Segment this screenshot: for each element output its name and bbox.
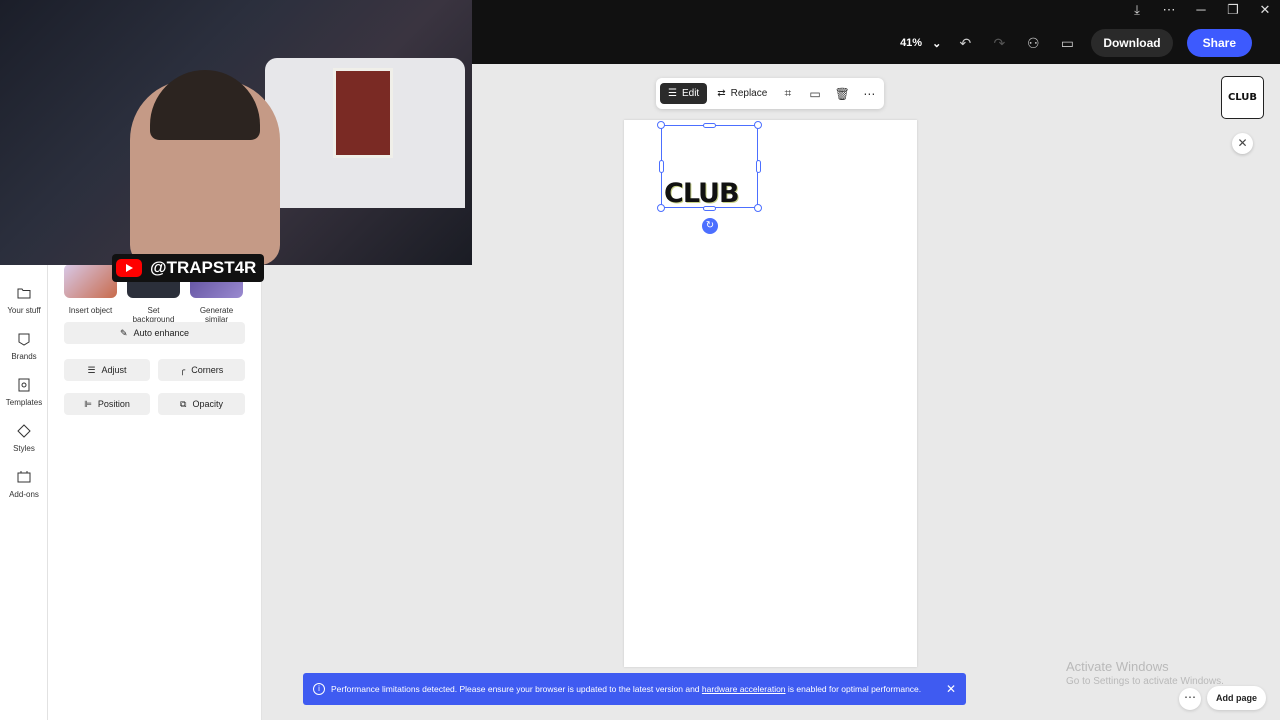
corners-button[interactable]: ╭ Corners [158, 359, 245, 381]
insert-object-action[interactable]: Insert object [64, 264, 117, 324]
adjust-button[interactable]: ☰ Adjust [64, 359, 150, 381]
resize-handle-bottom-left[interactable] [657, 204, 665, 212]
addons-icon [17, 471, 31, 483]
watermark-subtitle: Go to Settings to activate Windows. [1066, 676, 1224, 687]
hardware-acceleration-link[interactable]: hardware acceleration [702, 684, 786, 694]
top-actions: 41% ⌄ ↶ ↷ ⚇ ▭ Download Share [900, 29, 1252, 57]
share-button[interactable]: Share [1186, 29, 1252, 57]
invite-user-icon[interactable]: ⚇ [1023, 33, 1043, 53]
resize-handle-top-left[interactable] [657, 121, 665, 129]
download-status-icon[interactable]: ⤓ [1130, 2, 1144, 18]
rotate-handle-icon[interactable]: ↻ [702, 218, 718, 234]
youtube-icon [116, 259, 142, 277]
styles-icon [17, 424, 31, 438]
banner-text-after: is enabled for optimal performance. [785, 684, 922, 694]
context-toolbar: ☰ Edit ⇄ Replace ⌗ ▭ 🗑 ⋯ [656, 78, 884, 109]
performance-banner: i Performance limitations detected. Plea… [303, 673, 966, 705]
insert-object-thumbnail [64, 264, 117, 298]
close-pages-icon[interactable]: ✕ [1232, 133, 1253, 154]
folder-icon [17, 288, 31, 299]
webcam-headphones [150, 70, 260, 140]
button-label: Corners [191, 365, 224, 375]
rail-item-your-stuff[interactable]: Your stuff [0, 286, 48, 315]
youtube-handle-badge: @TRAPST4R [112, 254, 265, 282]
resize-handle-right[interactable] [756, 160, 761, 173]
replace-icon: ⇄ [717, 88, 726, 99]
rail-item-label: Styles [13, 444, 35, 453]
delete-icon[interactable]: 🗑 [832, 83, 853, 105]
rail-item-styles[interactable]: Styles [0, 424, 48, 453]
auto-enhance-button[interactable]: ✎ Auto enhance [64, 322, 245, 344]
sliders-icon: ☰ [668, 88, 677, 99]
resize-handle-bottom-right[interactable] [754, 204, 762, 212]
rail-item-label: Brands [11, 352, 37, 361]
channel-handle: @TRAPST4R [150, 258, 257, 277]
button-label: Edit [681, 88, 700, 99]
brand-icon [18, 333, 30, 346]
zoom-value: 41% [900, 37, 923, 49]
close-banner-icon[interactable]: ✕ [946, 682, 956, 696]
resize-handle-bottom[interactable] [703, 206, 716, 211]
window-controls: ⤓ ⋯ ─ ❐ ✕ [1130, 2, 1272, 18]
align-icon: ⊫ [84, 398, 92, 409]
banner-message: Performance limitations detected. Please… [331, 684, 936, 694]
action-label: Insert object [68, 306, 113, 315]
sliders-icon: ☰ [87, 364, 96, 375]
crop-icon[interactable]: ⌗ [777, 83, 798, 105]
activate-windows-watermark: Activate Windows Go to Settings to activ… [1066, 659, 1224, 687]
page-thumbnail-text: CLUB [1227, 92, 1258, 103]
resize-handle-top[interactable] [703, 123, 716, 128]
edit-button[interactable]: ☰ Edit [660, 83, 708, 104]
minimize-icon[interactable]: ─ [1194, 2, 1208, 18]
resize-handle-top-right[interactable] [754, 121, 762, 129]
download-button[interactable]: Download [1091, 29, 1173, 57]
rail-item-add-ons[interactable]: Add-ons [0, 470, 48, 499]
chevron-down-icon: ⌄ [932, 37, 942, 50]
close-window-icon[interactable]: ✕ [1258, 2, 1272, 18]
selection-box[interactable] [661, 125, 758, 208]
magic-wand-icon: ✎ [119, 327, 128, 338]
more-options-icon[interactable]: ⋯ [859, 83, 880, 105]
redo-icon[interactable]: ↷ [989, 33, 1009, 53]
button-label: Adjust [101, 365, 127, 375]
info-icon: i [313, 683, 325, 695]
comment-icon[interactable]: ▭ [804, 83, 825, 105]
button-label: Auto enhance [133, 328, 190, 338]
corner-radius-icon: ╭ [179, 364, 186, 375]
rail-item-templates[interactable]: Templates [0, 378, 48, 407]
resize-handle-left[interactable] [659, 160, 664, 173]
undo-icon[interactable]: ↶ [955, 33, 975, 53]
restore-icon[interactable]: ❐ [1226, 2, 1240, 18]
replace-button[interactable]: ⇄ Replace [713, 83, 771, 104]
add-page-button[interactable]: Add page [1207, 686, 1267, 710]
opacity-icon: ⧉ [180, 398, 187, 409]
opacity-button[interactable]: ⧉ Opacity [158, 393, 245, 415]
button-label: Opacity [192, 399, 223, 409]
webcam-shirt-print [333, 68, 393, 158]
banner-text-before: Performance limitations detected. Please… [331, 684, 702, 694]
watermark-title: Activate Windows [1066, 659, 1169, 674]
rail-item-label: Your stuff [7, 306, 41, 315]
webcam-overlay [0, 0, 472, 265]
button-label: Position [97, 399, 130, 409]
position-button[interactable]: ⊫ Position [64, 393, 150, 415]
rail-item-brands[interactable]: Brands [0, 332, 48, 361]
page-thumbnail[interactable]: CLUB [1221, 76, 1264, 119]
button-label: Replace [730, 88, 768, 99]
templates-icon [18, 378, 30, 392]
comment-icon[interactable]: ▭ [1057, 33, 1077, 53]
rail-item-label: Templates [5, 398, 43, 407]
more-icon[interactable]: ⋯ [1162, 2, 1176, 18]
page-more-options-icon[interactable]: ⋯ [1179, 688, 1201, 710]
zoom-control[interactable]: 41% ⌄ [900, 37, 941, 50]
rail-item-label: Add-ons [9, 490, 39, 499]
